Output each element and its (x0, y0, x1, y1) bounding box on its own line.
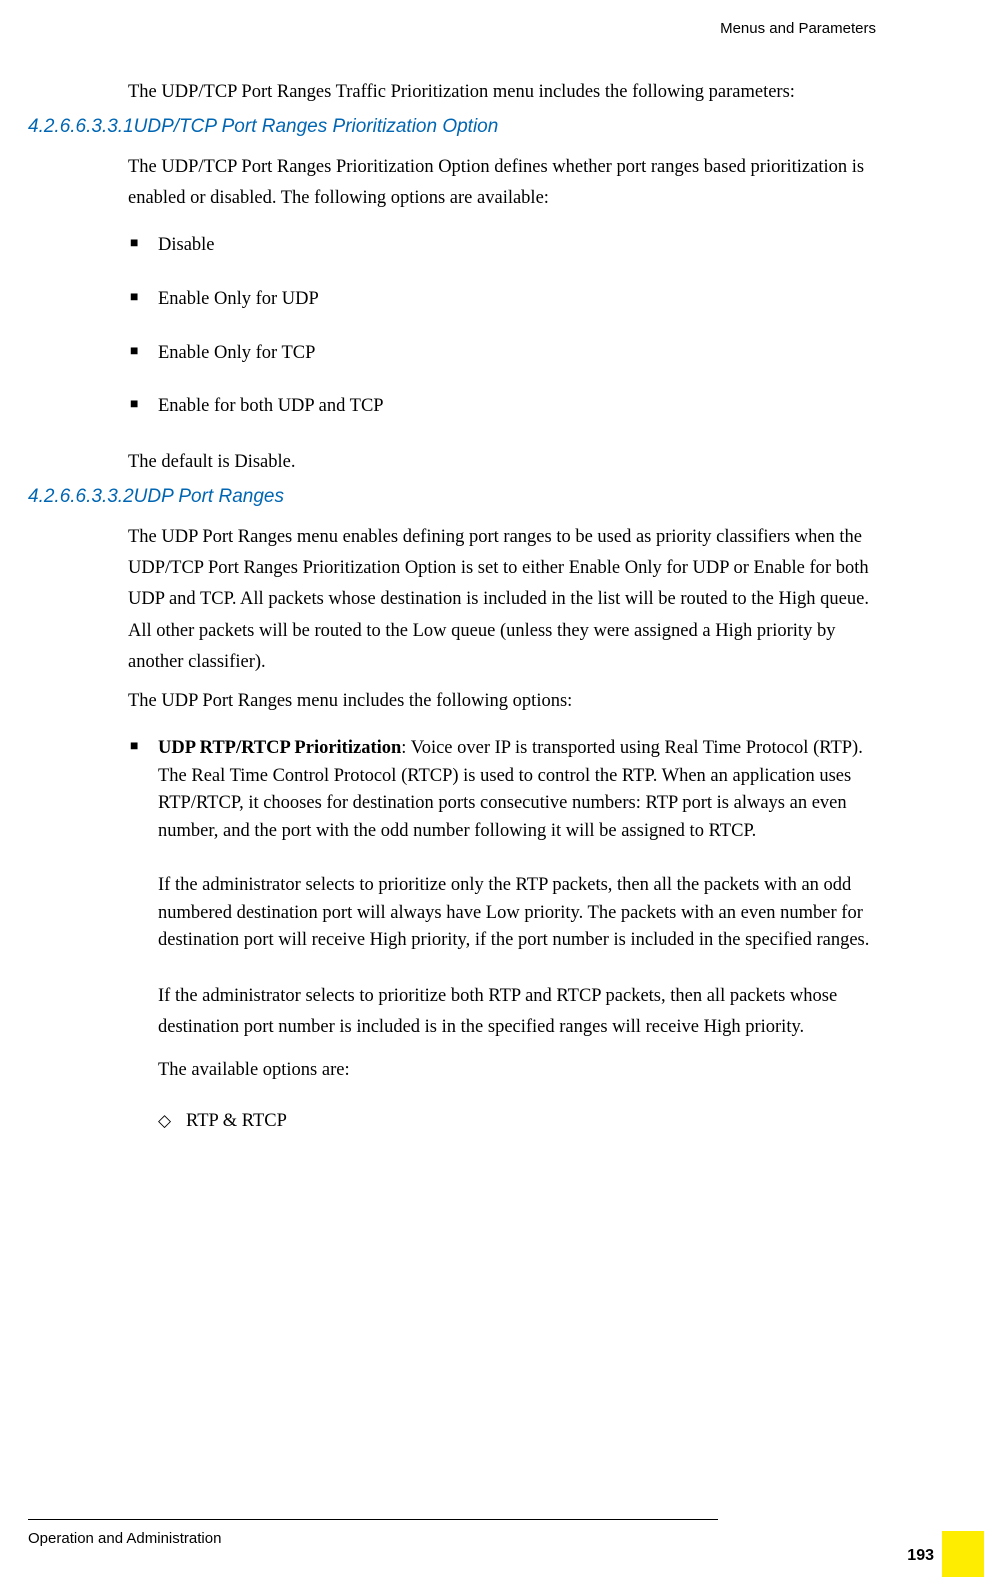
bullet-bold: UDP RTP/RTCP Prioritization (158, 738, 401, 758)
section2-para2: The UDP Port Ranges menu includes the fo… (128, 686, 876, 717)
bullet-text2: If the administrator selects to prioriti… (158, 872, 876, 955)
section2-para1: The UDP Port Ranges menu enables definin… (128, 522, 876, 677)
section1-para2: The default is Disable. (128, 447, 876, 478)
diamond-item: RTP & RTCP (158, 1108, 876, 1136)
footer-text: Operation and Administration (28, 1530, 912, 1547)
section2-subpara2: The available options are: (158, 1055, 876, 1086)
section2-subpara1: If the administrator selects to prioriti… (158, 981, 876, 1043)
section-heading-1: 4.2.6.6.3.3.1UDP/TCP Port Ranges Priorit… (28, 116, 876, 138)
yellow-accent (942, 1531, 984, 1577)
section1-para1: The UDP/TCP Port Ranges Prioritization O… (128, 152, 876, 214)
page-number: 193 (907, 1547, 934, 1565)
intro-paragraph: The UDP/TCP Port Ranges Traffic Prioriti… (128, 77, 876, 108)
option-item: Enable for both UDP and TCP (128, 393, 876, 421)
option-item: Disable (128, 232, 876, 260)
section2-bullets: UDP RTP/RTCP Prioritization: Voice over … (128, 735, 876, 955)
option-item: Enable Only for TCP (128, 340, 876, 368)
page-header: Menus and Parameters (28, 20, 876, 37)
page-footer: Operation and Administration (28, 1519, 912, 1547)
section-title: UDP/TCP Port Ranges Prioritization Optio… (134, 116, 499, 137)
footer-divider (28, 1519, 718, 1520)
page-content: The UDP/TCP Port Ranges Traffic Prioriti… (28, 77, 876, 1136)
options-list: Disable Enable Only for UDP Enable Only … (128, 232, 876, 421)
option-item: Enable Only for UDP (128, 286, 876, 314)
footer-right-badge: 193 (876, 1537, 984, 1577)
section-title: UDP Port Ranges (134, 486, 284, 507)
diamond-list: RTP & RTCP (158, 1108, 876, 1136)
section-number: 4.2.6.6.3.3.2 (28, 486, 134, 508)
section-number: 4.2.6.6.3.3.1 (28, 116, 134, 138)
bullet-item: UDP RTP/RTCP Prioritization: Voice over … (128, 735, 876, 955)
section-heading-2: 4.2.6.6.3.3.2UDP Port Ranges (28, 486, 876, 508)
